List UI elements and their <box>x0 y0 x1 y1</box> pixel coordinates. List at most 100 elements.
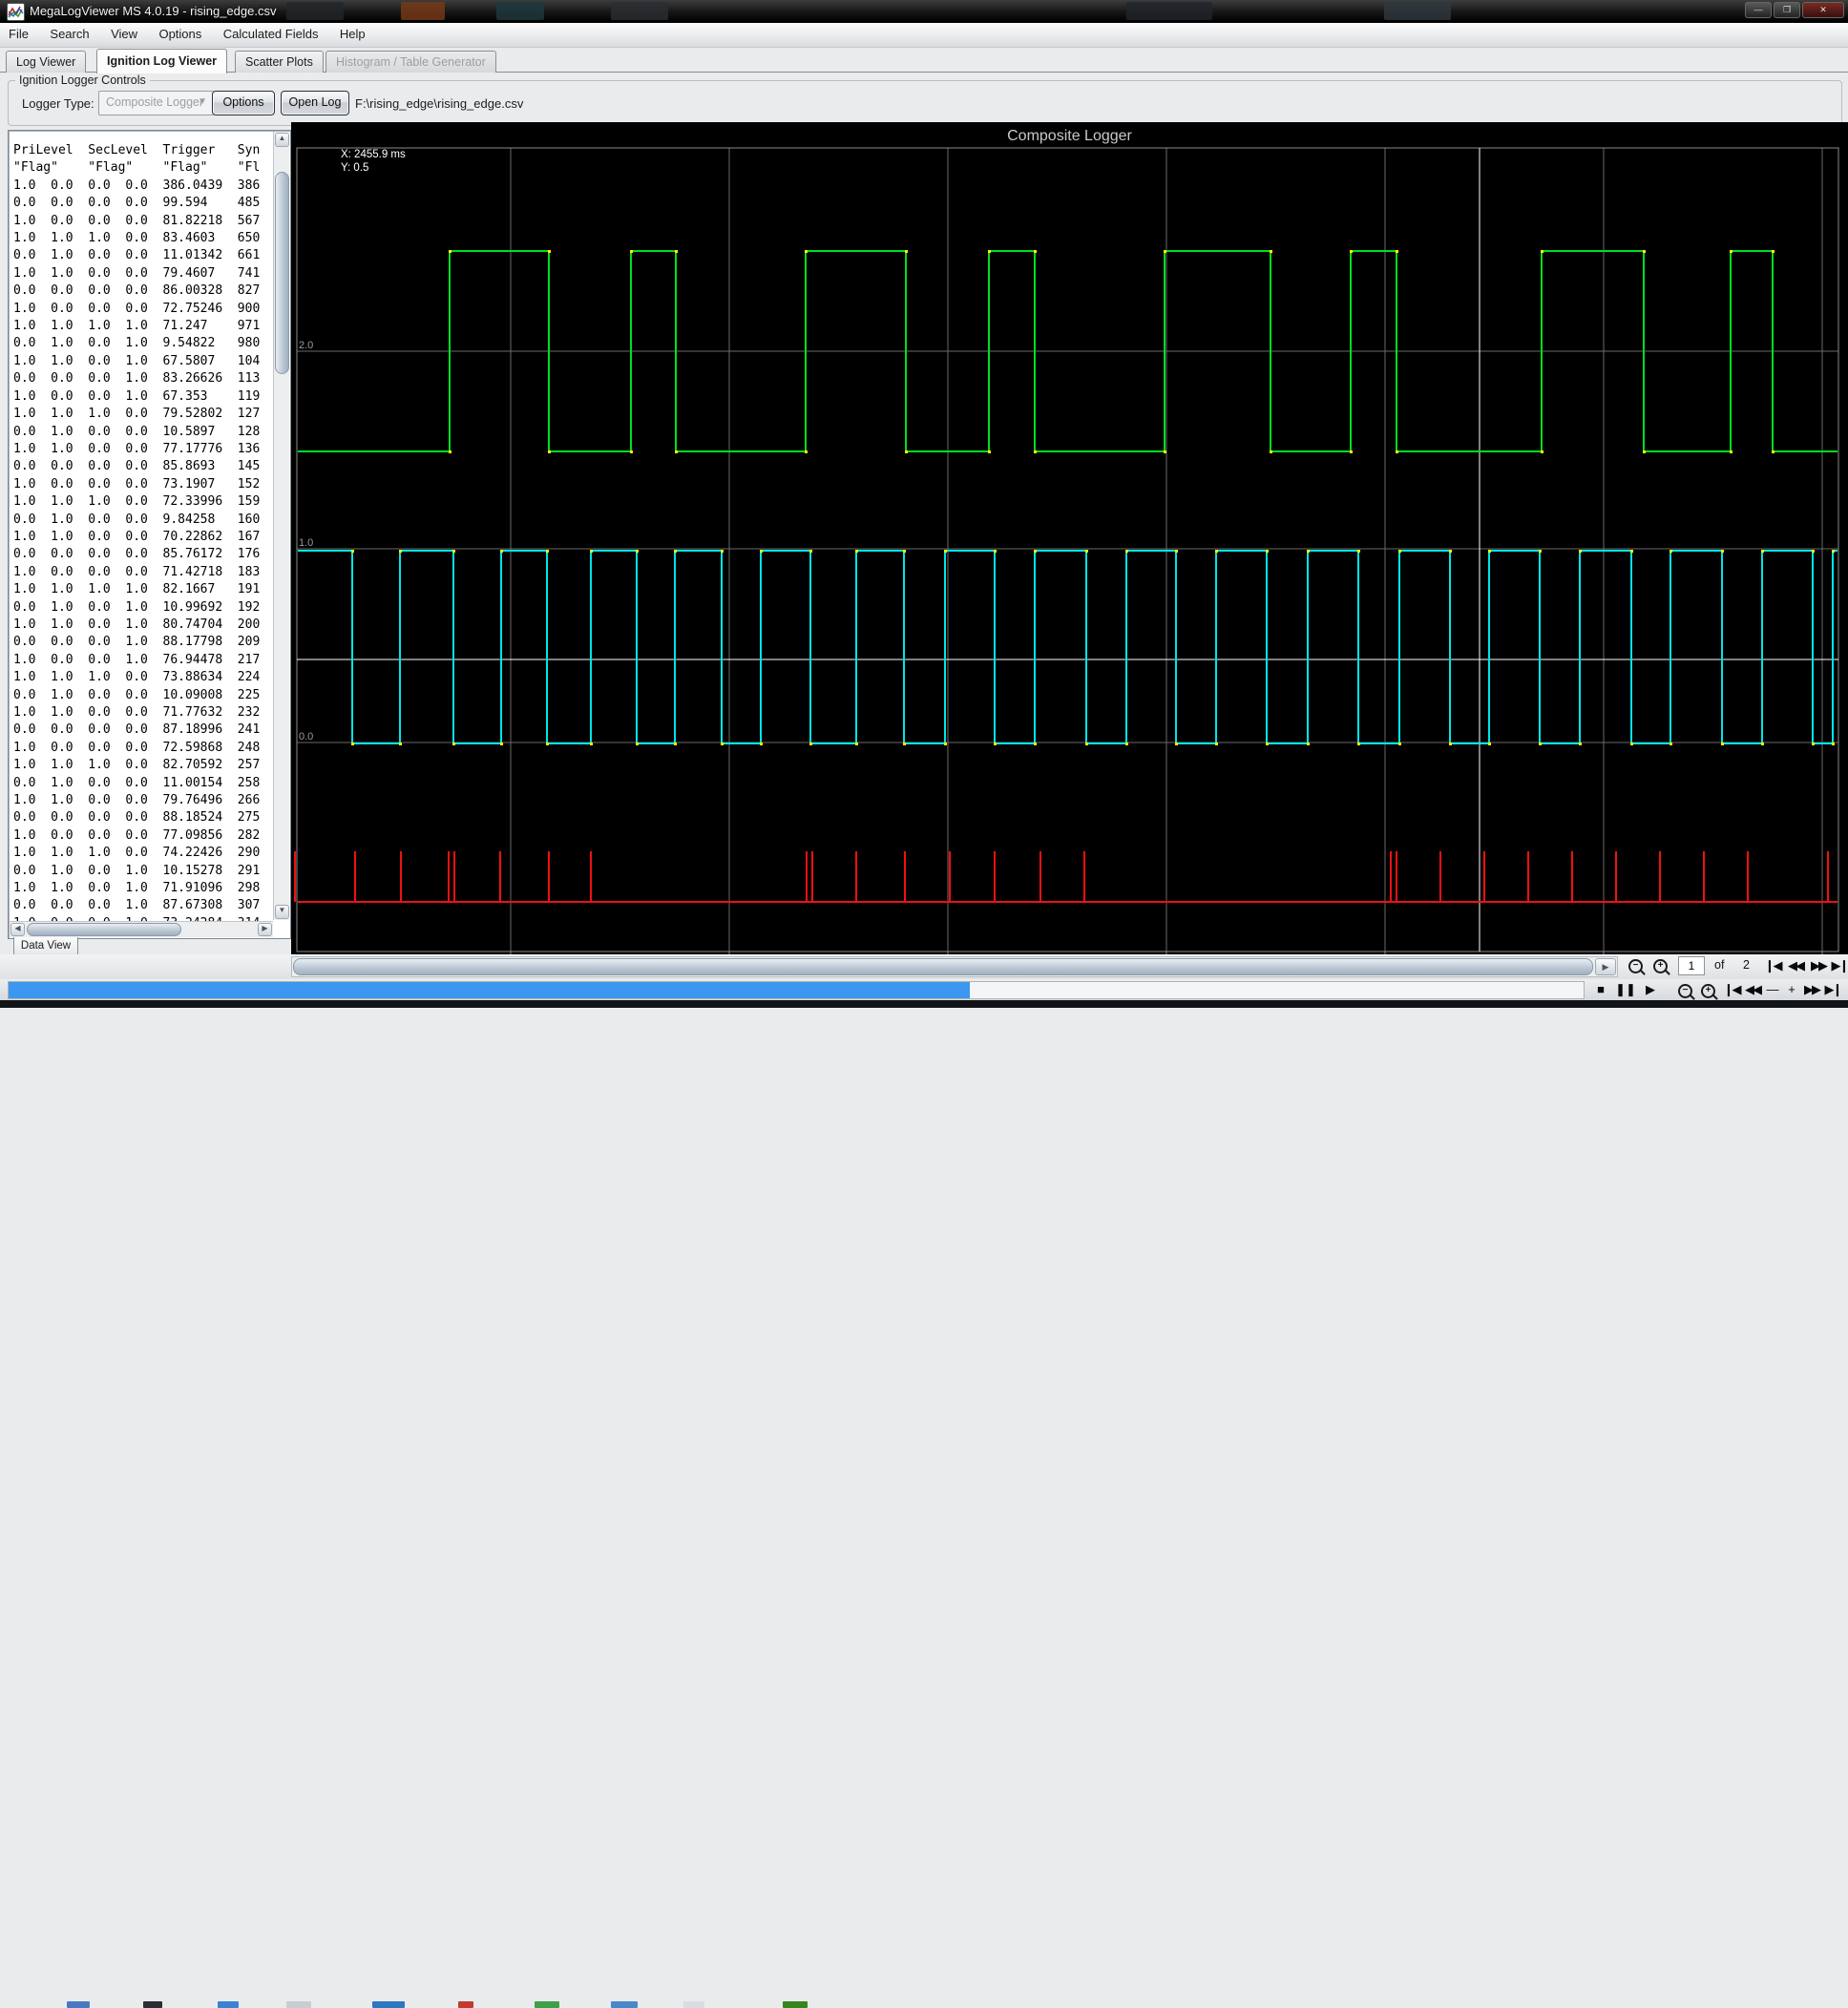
taskbar-icon-fragment <box>286 2001 311 2008</box>
taskbar-sliver <box>0 1000 1848 2008</box>
skip-end-icon: ▶❙ <box>1824 982 1843 996</box>
maximize-icon: ❐ <box>1782 5 1792 14</box>
zoom-in-glyph: + <box>1705 985 1712 995</box>
chart-scroll-row: ▶ − + 1 of 2 ❙◀ ◀◀ ▶▶ ▶❙ <box>0 954 1848 979</box>
tab-ignition-log-viewer[interactable]: Ignition Log Viewer <box>96 49 228 73</box>
plus-icon: + <box>1788 982 1796 996</box>
zoom-out-icon[interactable]: − <box>1678 984 1692 998</box>
pause-icon: ❚❚ <box>1615 982 1636 996</box>
slower-button[interactable]: — <box>1764 982 1781 996</box>
zoom-out-glyph: − <box>1682 985 1689 995</box>
prev-page-button[interactable]: ◀◀ <box>1785 958 1806 973</box>
menu-options[interactable]: Options <box>150 23 210 45</box>
background-window-fragment <box>611 2 668 20</box>
chart-horizontal-scrollbar[interactable]: ▶ <box>291 956 1618 977</box>
vertical-scrollbar[interactable]: ▲ ▼ <box>273 132 289 920</box>
background-window-fragment <box>286 2 344 20</box>
playback-progress-bar[interactable] <box>8 981 1585 999</box>
chevron-down-icon: ▼ <box>198 96 207 107</box>
taskbar-icon-fragment <box>67 2001 90 2008</box>
menu-bar: File Search View Options Calculated Fiel… <box>0 23 1848 48</box>
menu-view[interactable]: View <box>102 23 146 45</box>
go-first-button[interactable]: ❙◀ <box>1722 982 1742 997</box>
scroll-up-button[interactable]: ▲ <box>275 133 289 147</box>
background-window-fragment <box>401 2 445 20</box>
fast-forward-icon: ▶▶ <box>1804 982 1821 996</box>
horizontal-scroll-thumb[interactable] <box>27 923 181 936</box>
step-forward-button[interactable]: ▶▶ <box>1802 982 1821 997</box>
first-page-button[interactable]: ❙◀ <box>1762 958 1783 973</box>
playback-row: ■ ❚❚ ▶ − + ❙◀ ◀◀ — + ▶▶ ▶❙ <box>0 979 1848 1000</box>
zoom-in-glyph: + <box>1657 960 1664 971</box>
background-window-fragment <box>1384 2 1451 20</box>
scroll-right-button[interactable]: ▶ <box>258 923 272 936</box>
vertical-scroll-thumb[interactable] <box>275 172 289 374</box>
play-button[interactable]: ▶ <box>1640 982 1661 997</box>
log-file-path: F:\rising_edge\rising_edge.csv <box>355 96 524 111</box>
tab-log-viewer[interactable]: Log Viewer <box>6 51 87 73</box>
data-table-panel: PriLevel SecLevel Trigger Syn "Flag" "Fl… <box>8 130 291 939</box>
zoom-out-glyph: − <box>1632 960 1639 971</box>
last-page-button[interactable]: ▶❙ <box>1829 958 1848 973</box>
group-title: Ignition Logger Controls <box>15 73 150 87</box>
arrow-right-icon: ▶ <box>1602 962 1609 972</box>
taskbar-icon-fragment <box>611 2001 638 2008</box>
menu-help[interactable]: Help <box>331 23 374 45</box>
chart-scroll-thumb[interactable] <box>293 958 1593 975</box>
waveform-plot[interactable]: 2.0 1.0 0.0 <box>291 122 1848 956</box>
background-window-fragment <box>1126 2 1212 20</box>
skip-start-icon: ❙◀ <box>1764 958 1783 973</box>
fast-back-icon: ◀◀ <box>1745 982 1762 996</box>
logger-type-label: Logger Type: <box>22 96 94 111</box>
zoom-in-icon[interactable]: + <box>1701 984 1715 998</box>
stop-button[interactable]: ■ <box>1590 982 1611 996</box>
menu-search[interactable]: Search <box>41 23 97 45</box>
taskbar-icon-fragment <box>783 2001 808 2008</box>
tab-bar: Log Viewer Ignition Log Viewer Scatter P… <box>0 48 1848 73</box>
app-icon <box>7 3 25 21</box>
chart-scroll-right-button[interactable]: ▶ <box>1595 958 1616 975</box>
composite-logger-chart[interactable]: 2.0 1.0 0.0 Composite Logger X: 2455.9 ms … <box>291 122 1848 956</box>
crosshair-y-readout: Y: 0.5 <box>341 162 369 174</box>
open-log-button[interactable]: Open Log <box>281 91 349 115</box>
scroll-down-button[interactable]: ▼ <box>275 905 289 919</box>
stop-icon: ■ <box>1597 982 1605 996</box>
taskbar-icon-fragment <box>458 2001 473 2008</box>
options-button[interactable]: Options <box>212 91 275 115</box>
minimize-icon: — <box>1754 5 1763 14</box>
zoom-out-icon[interactable]: − <box>1628 959 1643 973</box>
pause-button[interactable]: ❚❚ <box>1615 982 1636 997</box>
pager-of-label: of <box>1714 958 1725 972</box>
window-title: MegaLogViewer MS 4.0.19 - rising_edge.cs… <box>30 4 277 18</box>
svg-text:1.0: 1.0 <box>299 537 313 549</box>
tab-scatter-plots[interactable]: Scatter Plots <box>235 51 324 73</box>
data-table[interactable]: PriLevel SecLevel Trigger Syn "Flag" "Fl… <box>13 142 273 921</box>
taskbar-icon-fragment <box>218 2001 239 2008</box>
pager-total-label: 2 <box>1743 958 1750 972</box>
horizontal-scrollbar[interactable]: ◀ ▶ <box>10 921 273 937</box>
skip-start-icon: ❙◀ <box>1723 982 1742 996</box>
taskbar-icon-fragment <box>143 2001 162 2008</box>
next-page-button[interactable]: ▶▶ <box>1808 958 1829 973</box>
close-button[interactable]: ✕ <box>1802 2 1844 18</box>
tab-data-view[interactable]: Data View <box>13 937 78 956</box>
page-number-input[interactable]: 1 <box>1678 956 1705 975</box>
faster-button[interactable]: + <box>1783 982 1800 996</box>
scroll-left-button[interactable]: ◀ <box>10 923 25 936</box>
taskbar-icon-fragment <box>372 2001 405 2008</box>
background-window-fragment <box>496 2 544 20</box>
tab-histogram-table-generator: Histogram / Table Generator <box>326 51 496 73</box>
menu-calculated-fields[interactable]: Calculated Fields <box>215 23 327 45</box>
play-icon: ▶ <box>1646 982 1655 996</box>
maximize-button[interactable]: ❐ <box>1774 2 1800 18</box>
minimize-button[interactable]: — <box>1745 2 1772 18</box>
menu-file[interactable]: File <box>0 23 37 45</box>
crosshair-x-readout: X: 2455.9 ms <box>341 149 406 160</box>
close-icon: ✕ <box>1819 5 1827 14</box>
fast-forward-icon: ▶▶ <box>1811 958 1828 973</box>
logger-type-combobox[interactable]: Composite Logger ▼ <box>98 91 214 115</box>
svg-text:2.0: 2.0 <box>299 340 313 351</box>
go-last-button[interactable]: ▶❙ <box>1823 982 1843 997</box>
zoom-in-icon[interactable]: + <box>1653 959 1668 973</box>
step-back-button[interactable]: ◀◀ <box>1743 982 1762 997</box>
